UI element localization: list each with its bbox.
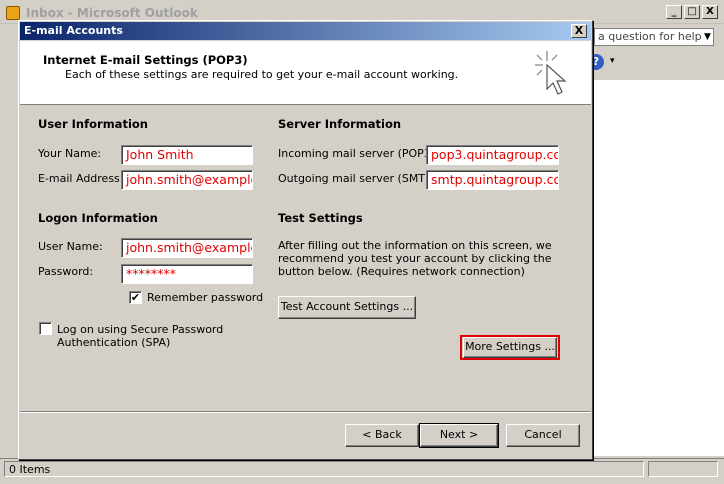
outlook-window-title: Inbox - Microsoft Outlook xyxy=(26,6,198,20)
wizard-sparkle-icon xyxy=(535,51,567,95)
status-cell-empty xyxy=(648,461,718,477)
status-bar: 0 Items xyxy=(0,458,724,478)
your-name-field[interactable]: John Smith xyxy=(121,145,253,165)
back-button[interactable]: < Back xyxy=(345,424,419,447)
test-settings-description-2: recommend you test your account by click… xyxy=(278,252,552,265)
chevron-down-icon[interactable]: ▼ xyxy=(704,32,711,42)
toolbar-options-icon[interactable]: ▾ xyxy=(610,56,620,72)
test-settings-description-3: button below. (Requires network connecti… xyxy=(278,265,525,278)
maximize-button[interactable]: □ xyxy=(684,5,700,19)
spa-label-line1: Log on using Secure Password xyxy=(57,323,224,336)
password-field[interactable]: ******** xyxy=(121,264,253,284)
window-controls: _ □ X xyxy=(666,5,718,19)
logon-information-heading: Logon Information xyxy=(38,211,158,225)
more-settings-button[interactable]: More Settings ... xyxy=(463,337,557,358)
email-accounts-dialog: E-mail Accounts X Internet E-mail Settin… xyxy=(18,20,593,460)
user-name-field[interactable]: john.smith@example.com xyxy=(121,238,253,258)
next-button[interactable]: Next > xyxy=(419,423,499,448)
dialog-title: E-mail Accounts xyxy=(24,24,123,37)
cancel-button[interactable]: Cancel xyxy=(506,424,580,447)
outlook-app-icon xyxy=(6,6,20,20)
user-information-heading: User Information xyxy=(38,117,148,131)
close-window-button[interactable]: X xyxy=(702,5,718,19)
reading-pane xyxy=(592,80,724,456)
dialog-titlebar: E-mail Accounts X xyxy=(20,22,591,40)
server-information-heading: Server Information xyxy=(278,117,402,131)
incoming-server-label: Incoming mail server (POP3): xyxy=(278,147,439,160)
remember-password-label: Remember password xyxy=(147,291,264,304)
test-settings-heading: Test Settings xyxy=(278,211,363,225)
header-title: Internet E-mail Settings (POP3) xyxy=(43,53,248,67)
email-address-field[interactable]: john.smith@example.com xyxy=(121,170,253,190)
test-account-settings-button[interactable]: Test Account Settings ... xyxy=(278,296,416,319)
outgoing-server-label: Outgoing mail server (SMTP): xyxy=(278,172,440,185)
password-label: Password: xyxy=(38,265,94,278)
your-name-label: Your Name: xyxy=(38,147,102,160)
remember-password-checkbox[interactable]: ✔ xyxy=(129,291,142,304)
email-address-label: E-mail Address: xyxy=(38,172,124,185)
minimize-button[interactable]: _ xyxy=(666,5,682,19)
spa-label-line2: Authentication (SPA) xyxy=(57,336,171,349)
test-settings-description-1: After filling out the information on thi… xyxy=(278,239,552,252)
user-name-label: User Name: xyxy=(38,240,103,253)
dialog-close-button[interactable]: X xyxy=(571,24,587,38)
header-subtitle: Each of these settings are required to g… xyxy=(65,68,459,81)
spa-checkbox[interactable] xyxy=(39,322,52,335)
ask-question-input[interactable]: a question for help xyxy=(594,28,714,46)
dialog-separator xyxy=(20,411,591,413)
status-items-count: 0 Items xyxy=(4,461,644,477)
outgoing-server-field[interactable]: smtp.quintagroup.com xyxy=(426,170,559,190)
dialog-header: Internet E-mail Settings (POP3) Each of … xyxy=(20,41,591,105)
incoming-server-field[interactable]: pop3.quintagroup.com xyxy=(426,145,559,165)
